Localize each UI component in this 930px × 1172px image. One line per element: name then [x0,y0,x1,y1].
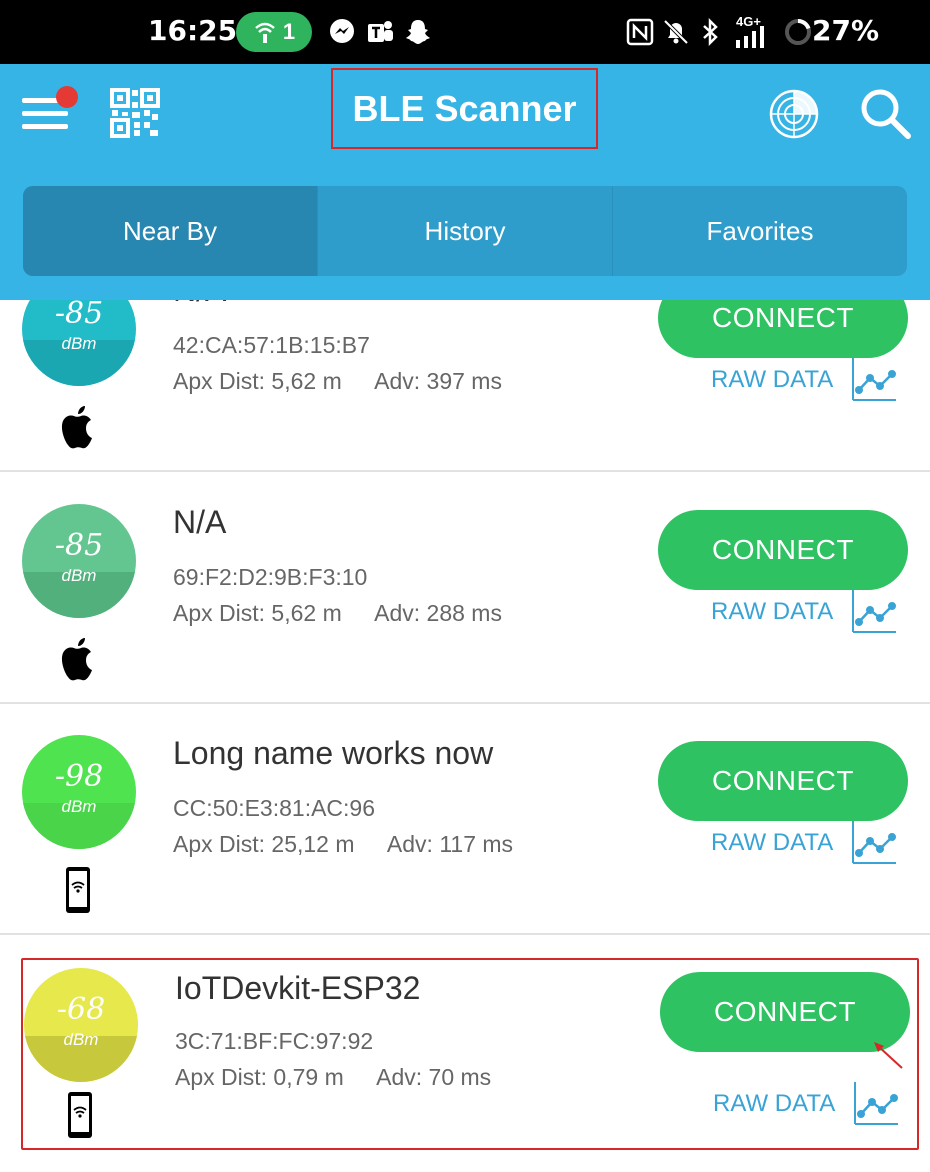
device-name: Long name works now [173,735,494,771]
device-row[interactable]: -85 dBm N/A 69:F2:D2:9B:F3:10 Apx Dist: … [0,474,930,704]
graph-icon[interactable] [850,356,898,402]
rssi-badge: -98 dBm [22,735,136,849]
tab-favorites[interactable]: Favorites [612,186,907,276]
hotspot-icon [255,22,275,43]
device-list: -85 dBm N/A 42:CA:57:1B:15:B7 Apx Dist: … [0,300,930,1172]
rssi-value: -85 [54,528,104,563]
rssi-badge: -85 dBm [22,504,136,618]
rssi-badge: -85 dBm [22,300,136,386]
connect-button[interactable]: CONNECT [658,300,908,358]
rssi-value: -85 [54,300,104,331]
raw-data-link[interactable]: RAW DATA [711,366,833,394]
notification-dot [56,86,78,108]
radar-icon[interactable] [768,88,820,140]
nfc-icon [626,18,654,46]
snapchat-icon [406,20,430,44]
device-adv: Adv: 397 ms [374,368,502,394]
device-mac: 69:F2:D2:9B:F3:10 [173,564,368,590]
hotspot-pill: 1 [236,12,312,52]
annotation-arrow-icon [874,1042,903,1069]
device-meta: Apx Dist: 5,62 m Adv: 288 ms [173,600,502,627]
device-meta: Apx Dist: 5,62 m Adv: 397 ms [173,368,502,395]
device-mac: 3C:71:BF:FC:97:92 [175,1028,374,1054]
connect-button[interactable]: CONNECT [658,510,908,590]
messenger-icon [330,19,354,43]
rssi-unit: dBm [63,1030,99,1049]
apple-icon [61,638,92,681]
device-distance: Apx Dist: 5,62 m [173,600,342,626]
tab-near-by[interactable]: Near By [23,186,317,276]
raw-data-link[interactable]: RAW DATA [711,598,833,626]
raw-data-link[interactable]: RAW DATA [711,829,833,857]
rssi-unit: dBm [61,797,97,816]
phone-icon [66,867,90,913]
app-bar: BLE Scanner Near By History Favorites [0,64,930,300]
device-mac: 42:CA:57:1B:15:B7 [173,332,370,358]
device-row[interactable]: -98 dBm Long name works now CC:50:E3:81:… [0,705,930,935]
rssi-value: -98 [54,759,104,794]
bluetooth-icon [703,17,718,47]
signal-icon: 4G+ [734,14,774,48]
rssi-value: -68 [56,992,106,1027]
apple-icon [61,406,92,449]
status-time: 16:25 [148,14,238,47]
search-icon[interactable] [858,86,912,140]
battery-ring-icon [785,18,811,45]
phone-icon [68,1092,92,1138]
app-title: BLE Scanner [331,68,598,149]
connect-button[interactable]: CONNECT [658,741,908,821]
graph-icon[interactable] [850,588,898,634]
status-bar: 16:25 1 4G+ 27% [0,0,930,64]
qr-code-icon[interactable] [110,88,160,138]
rssi-unit: dBm [61,334,97,353]
teams-icon [368,21,393,42]
device-mac: CC:50:E3:81:AC:96 [173,795,376,821]
device-row-highlighted[interactable]: -68 dBm IoTDevkit-ESP32 3C:71:BF:FC:97:9… [21,958,919,1150]
device-meta: Apx Dist: 25,12 m Adv: 117 ms [173,831,513,858]
device-name: N/A [173,504,227,540]
device-name: IoTDevkit-ESP32 [175,970,421,1006]
device-meta: Apx Dist: 0,79 m Adv: 70 ms [175,1064,491,1091]
device-distance: Apx Dist: 25,12 m [173,831,355,857]
rssi-unit: dBm [61,566,97,585]
device-adv: Adv: 70 ms [376,1064,492,1090]
mute-bell-icon [663,19,689,45]
device-distance: Apx Dist: 5,62 m [173,368,342,394]
device-distance: Apx Dist: 0,79 m [175,1064,344,1090]
device-adv: Adv: 288 ms [374,600,502,626]
device-row[interactable]: -85 dBm N/A 42:CA:57:1B:15:B7 Apx Dist: … [0,300,930,472]
battery-percent: 27% [812,14,880,47]
tab-history[interactable]: History [317,186,612,276]
rssi-badge: -68 dBm [24,968,138,1082]
hotspot-count: 1 [282,19,296,44]
device-adv: Adv: 117 ms [386,831,514,857]
raw-data-link[interactable]: RAW DATA [713,1090,835,1118]
graph-icon[interactable] [852,1080,900,1126]
tab-bar: Near By History Favorites [23,186,907,276]
graph-icon[interactable] [850,819,898,865]
device-name: N/A [173,300,226,309]
